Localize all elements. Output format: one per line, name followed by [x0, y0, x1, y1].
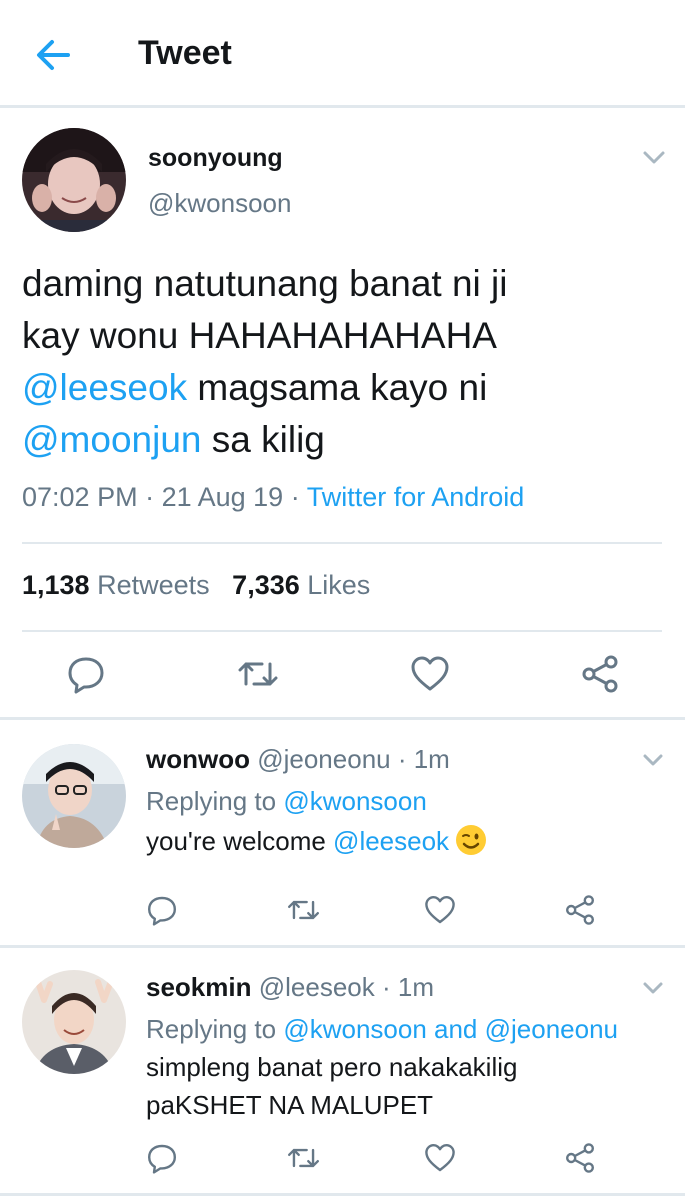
display-name[interactable]: seokmin [146, 972, 252, 1002]
reply-tweet[interactable]: wonwoo @jeoneonu · 1m Replying to @kwons… [0, 720, 685, 948]
tweet-meta: 07:02 PM · 21 Aug 19 · Twitter for Andro… [22, 482, 524, 513]
like-icon [411, 656, 449, 691]
mention-link[interactable]: @leeseok [22, 367, 187, 408]
tweet-actions [0, 648, 685, 704]
main-tweet: soonyoung @kwonsoon daming natutunang ba… [0, 108, 685, 720]
avatar[interactable] [22, 128, 126, 232]
retweets-count: 1,138 [22, 570, 90, 600]
mention-link[interactable]: @leeseok [333, 826, 449, 856]
share-button[interactable] [580, 654, 620, 694]
reply-button[interactable] [146, 1142, 178, 1174]
like-button[interactable] [424, 894, 456, 926]
reply-time: 1m [397, 972, 434, 1002]
tweet-text-segment: sa kilig [201, 419, 325, 460]
tweet-source-link[interactable]: Twitter for Android [307, 482, 525, 512]
reply-header: seokmin @leeseok · 1m [146, 972, 434, 1002]
reply-text: simpleng banat pero nakakakilig paKSHET … [146, 1048, 666, 1124]
reply-icon [68, 657, 104, 694]
replying-to: Replying to @kwonsoon [146, 786, 427, 817]
retweet-icon [287, 1148, 320, 1168]
divider [22, 542, 662, 544]
share-button[interactable] [564, 1142, 596, 1174]
tweet-text-line: kay wonu HAHAHAHAHAHA [22, 315, 497, 356]
reply-tweet[interactable]: seokmin @leeseok · 1m Replying to @kwons… [0, 948, 685, 1196]
user-handle[interactable]: @kwonsoon [148, 188, 291, 219]
reply-text-line: simpleng banat pero nakakakilig [146, 1052, 518, 1082]
like-icon [425, 896, 455, 924]
avatar[interactable] [22, 744, 126, 848]
tweet-menu-button[interactable] [640, 752, 666, 770]
reply-icon [148, 1144, 176, 1174]
tweet-menu-button[interactable] [640, 980, 666, 998]
divider [22, 630, 662, 632]
retweet-button[interactable] [286, 1142, 321, 1174]
likes-stat[interactable]: 7,336 Likes [232, 570, 370, 600]
reply-text-segment: you're welcome [146, 826, 334, 856]
share-button[interactable] [564, 894, 596, 926]
likes-label: Likes [307, 570, 371, 600]
tweet-date: 21 Aug 19 [161, 482, 284, 512]
user-handle[interactable]: @jeoneonu [257, 744, 390, 774]
like-button[interactable] [424, 1142, 456, 1174]
share-icon [582, 655, 618, 693]
chevron-down-icon [643, 982, 663, 994]
share-icon [566, 1143, 594, 1173]
reply-button[interactable] [66, 654, 106, 694]
reply-button[interactable] [146, 894, 178, 926]
mention-link[interactable]: @kwonsoon and @jeoneonu [283, 1014, 618, 1044]
user-handle[interactable]: @leeseok [259, 972, 375, 1002]
replying-to: Replying to @kwonsoon and @jeoneonu [146, 1014, 618, 1045]
retweets-label: Retweets [97, 570, 210, 600]
like-icon [425, 1144, 455, 1172]
back-button[interactable] [30, 32, 76, 78]
retweet-button[interactable] [236, 654, 280, 694]
likes-count: 7,336 [232, 570, 300, 600]
chevron-down-icon [643, 754, 663, 766]
arrow-left-icon [37, 40, 70, 70]
reply-text: you're welcome @leeseok [146, 822, 666, 860]
share-icon [566, 895, 594, 925]
retweet-icon [287, 900, 320, 920]
display-name[interactable]: wonwoo [146, 744, 250, 774]
winking-face-icon [455, 824, 487, 856]
tweet-text-line: @leeseok magsama kayo ni [22, 362, 662, 414]
tweet-stats: 1,138 Retweets 7,336 Likes [22, 570, 370, 601]
retweets-stat[interactable]: 1,138 Retweets [22, 570, 210, 600]
like-button[interactable] [410, 654, 450, 694]
retweet-button[interactable] [286, 894, 321, 926]
retweet-icon [238, 662, 278, 686]
mention-link[interactable]: @moonjun [22, 419, 202, 460]
tweet-time: 07:02 PM [22, 482, 138, 512]
replying-prefix: Replying to [146, 1014, 284, 1044]
separator: · [283, 482, 307, 512]
avatar[interactable] [22, 970, 126, 1074]
tweet-menu-button[interactable] [640, 148, 668, 168]
separator: · [137, 482, 162, 512]
tweet-text-line: daming natutunang banat ni ji [22, 263, 508, 304]
reply-text-line: paKSHET NA MALUPET [146, 1090, 434, 1120]
top-bar: Tweet [0, 0, 685, 108]
mention-link[interactable]: @kwonsoon [283, 786, 426, 816]
chevron-down-icon [643, 151, 665, 164]
reply-icon [148, 896, 176, 926]
replying-prefix: Replying to [146, 786, 284, 816]
reply-time: 1m [413, 744, 450, 774]
reply-header: wonwoo @jeoneonu · 1m [146, 744, 450, 774]
display-name[interactable]: soonyoung [148, 144, 283, 173]
tweet-text-segment: magsama kayo ni [187, 367, 488, 408]
page-title: Tweet [138, 34, 232, 72]
tweet-text: daming natutunang banat ni ji kay wonu H… [22, 258, 662, 466]
tweet-text-line: @moonjun sa kilig [22, 414, 662, 466]
